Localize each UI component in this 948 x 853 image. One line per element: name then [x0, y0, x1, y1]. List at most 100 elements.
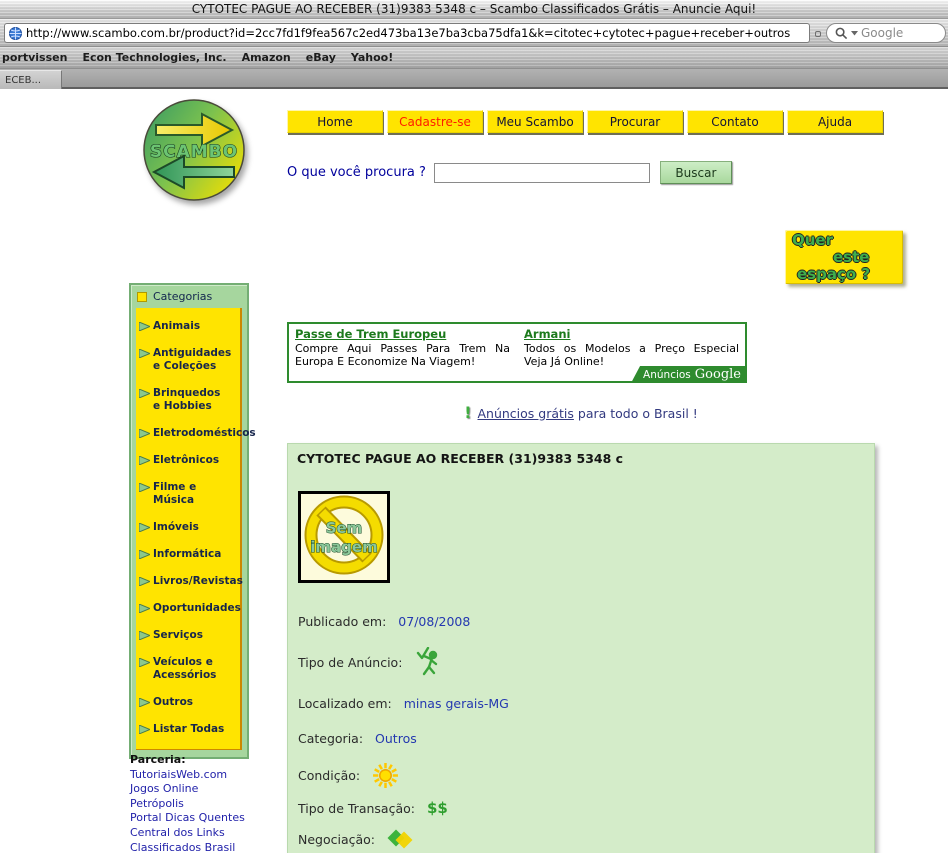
arrow-bullet-icon — [139, 725, 150, 734]
bookmark-item[interactable]: portvissen — [2, 51, 67, 64]
arrow-bullet-icon — [139, 389, 150, 398]
banner-text: para todo o Brasil ! — [574, 406, 698, 421]
detail-row-categoria: Categoria: Outros — [298, 731, 417, 746]
bookmark-item[interactable]: Econ Technologies, Inc. — [82, 51, 226, 64]
sidebar-item-eletronicos[interactable]: Eletrônicos — [136, 447, 240, 474]
page-content: SCAMBO Home Cadastre-se Meu Scambo Procu… — [0, 89, 948, 853]
arrow-bullet-icon — [139, 550, 150, 559]
categories-panel: Animais Antiguidades e Coleções Brinqued… — [136, 308, 242, 750]
person-check-icon — [414, 647, 442, 677]
sidebar-item-imoveis[interactable]: Imóveis — [136, 514, 240, 541]
arrow-bullet-icon — [139, 349, 150, 358]
google-logo: Google — [695, 367, 741, 382]
partner-link[interactable]: Petrópolis — [130, 797, 245, 812]
tab-label: ECEB... — [5, 75, 41, 86]
free-ads-banner: !Anúncios grátis para todo o Brasil ! — [287, 403, 875, 422]
arrow-bullet-icon — [139, 631, 150, 640]
detail-label: Tipo de Transação: — [298, 801, 415, 816]
product-title: CYTOTEC PAGUE AO RECEBER (31)9383 5348 c — [297, 451, 623, 466]
dollar-signs: $$ — [427, 799, 448, 817]
detail-label: Tipo de Anúncio: — [298, 655, 402, 670]
google-search-field[interactable]: Google — [826, 23, 946, 43]
location-link[interactable]: minas gerais-MG — [404, 696, 509, 711]
sidebar-item-eletrodomesticos[interactable]: Eletrodomésticos — [136, 420, 240, 447]
anuncios-gratis-link[interactable]: Anúncios grátis — [477, 406, 573, 421]
tab-bar: ECEB... — [0, 69, 948, 89]
sidebar-item-oportunidades[interactable]: Oportunidades — [136, 595, 240, 622]
bookmark-item[interactable]: Yahoo! — [351, 51, 393, 64]
partners-title: Parceria: — [130, 753, 245, 768]
google-ad: Armani Todos os Modelos a Preço Especial… — [524, 327, 739, 368]
arrow-bullet-icon — [139, 523, 150, 532]
sidebar-item-listar-todas[interactable]: Listar Todas — [136, 716, 240, 743]
anuncios-google-badge[interactable]: Anúncios Google — [631, 366, 747, 383]
partner-link[interactable]: Classificados Brasil — [130, 841, 245, 853]
no-image-placeholder: Sem imagem — [298, 491, 390, 583]
sidebar-item-informatica[interactable]: Informática — [136, 541, 240, 568]
detail-row-condicao: Condição: — [298, 762, 399, 789]
buscar-button[interactable]: Buscar — [660, 161, 732, 184]
yellow-square-icon — [137, 292, 147, 302]
detail-row-transacao: Tipo de Transação: $$ — [298, 799, 448, 817]
detail-row-publicado: Publicado em: 07/08/2008 — [298, 614, 470, 629]
ad-space-banner[interactable]: Quer este espaço ? — [785, 230, 903, 284]
main-nav: Home Cadastre-se Meu Scambo Procurar Con… — [287, 110, 883, 133]
url-input[interactable] — [26, 26, 805, 40]
browser-tab[interactable]: ECEB... — [0, 70, 62, 89]
google-ads-box: Passe de Trem Europeu Compre Aqui Passes… — [287, 322, 747, 383]
categories-sidebar: Categorias Animais Antiguidades e Coleçõ… — [129, 283, 249, 759]
browser-window: CYTOTEC PAGUE AO RECEBER (31)9383 5348 c… — [0, 0, 948, 853]
sidebar-item-veiculos[interactable]: Veículos e Acessórios — [136, 649, 240, 689]
detail-label: Negociação: — [298, 832, 375, 847]
nav-home-button[interactable]: Home — [287, 110, 383, 133]
sidebar-item-livros[interactable]: Livros/Revistas — [136, 568, 240, 595]
sidebar-item-servicos[interactable]: Serviços — [136, 622, 240, 649]
nav-ajuda-button[interactable]: Ajuda — [787, 110, 883, 133]
partner-link[interactable]: Portal Dicas Quentes — [130, 811, 245, 826]
address-bar[interactable] — [4, 23, 810, 43]
partner-link[interactable]: Central dos Links — [130, 826, 245, 841]
sidebar-item-filme-musica[interactable]: Filme e Música — [136, 474, 240, 514]
arrow-bullet-icon — [139, 658, 150, 667]
browser-toolbar: Google — [0, 19, 948, 47]
site-search-input[interactable] — [434, 163, 650, 183]
detail-row-tipo-anuncio: Tipo de Anúncio: — [298, 647, 442, 677]
bookmarks-bar: portvissen Econ Technologies, Inc. Amazo… — [0, 47, 948, 69]
logo-text: SCAMBO — [150, 142, 238, 162]
nav-cadastre-button[interactable]: Cadastre-se — [387, 110, 483, 133]
bookmark-item[interactable]: Amazon — [242, 51, 291, 64]
globe-icon — [9, 27, 22, 40]
sidebar-item-outros[interactable]: Outros — [136, 689, 240, 716]
nav-contato-button[interactable]: Contato — [687, 110, 783, 133]
nav-procurar-button[interactable]: Procurar — [587, 110, 683, 133]
sidebar-item-antiguidades[interactable]: Antiguidades e Coleções — [136, 340, 240, 380]
no-image-text: Sem — [326, 519, 363, 537]
arrow-bullet-icon — [139, 322, 150, 331]
sidebar-item-animais[interactable]: Animais — [136, 313, 240, 340]
arrow-bullet-icon — [139, 456, 150, 465]
arrow-bullet-icon — [139, 698, 150, 707]
bookmark-indicator-icon — [815, 31, 821, 37]
search-label: O que você procura ? — [287, 165, 426, 180]
ad-space-line: este — [785, 249, 903, 266]
magnifier-icon — [835, 27, 848, 40]
detail-label: Condição: — [298, 768, 360, 783]
partner-link[interactable]: Jogos Online — [130, 782, 245, 797]
detail-row-localizado: Localizado em: minas gerais-MG — [298, 696, 509, 711]
category-link[interactable]: Outros — [375, 731, 417, 746]
published-date: 07/08/2008 — [398, 614, 470, 629]
ad-link[interactable]: Armani — [524, 327, 739, 341]
partner-link[interactable]: TutoriaisWeb.com — [130, 768, 245, 783]
sun-icon — [372, 762, 399, 789]
nav-meu-scambo-button[interactable]: Meu Scambo — [487, 110, 583, 133]
google-ad: Passe de Trem Europeu Compre Aqui Passes… — [295, 327, 510, 368]
no-image-text: imagem — [310, 538, 377, 556]
sidebar-item-brinquedos[interactable]: Brinquedos e Hobbies — [136, 380, 240, 420]
scambo-logo[interactable]: SCAMBO — [142, 97, 248, 211]
arrow-bullet-icon — [139, 604, 150, 613]
ad-link[interactable]: Passe de Trem Europeu — [295, 327, 510, 341]
ad-text: Todos os Modelos a Preço Especial Veja J… — [524, 342, 739, 368]
detail-label: Localizado em: — [298, 696, 392, 711]
bookmark-item[interactable]: eBay — [306, 51, 336, 64]
window-title: CYTOTEC PAGUE AO RECEBER (31)9383 5348 c… — [192, 2, 757, 16]
